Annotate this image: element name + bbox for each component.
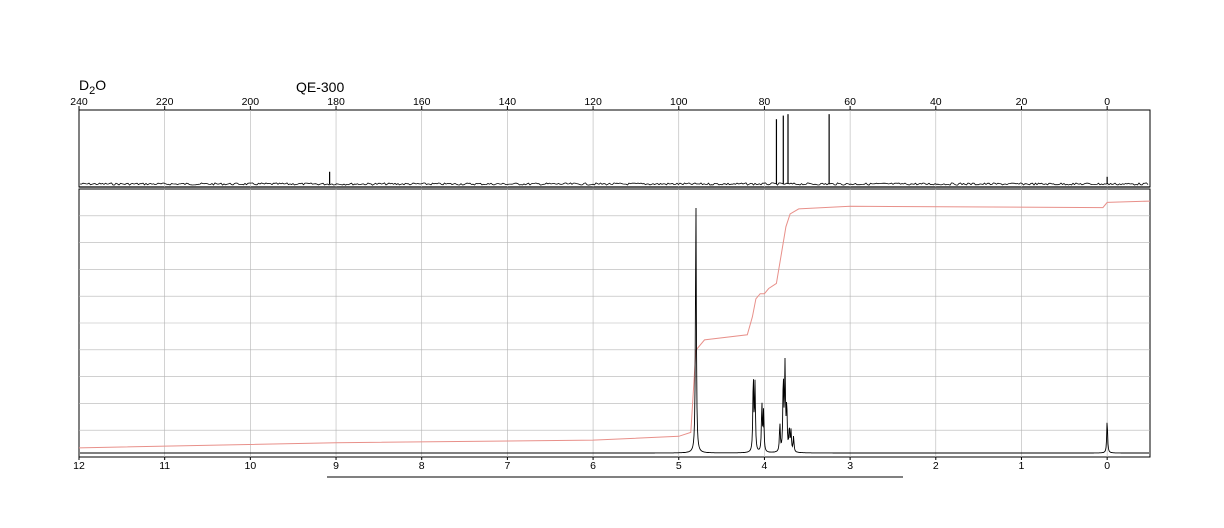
c13-tick-label: 80	[759, 96, 771, 108]
h1-tick-label: 0	[1104, 460, 1110, 472]
c13-frame	[78, 109, 1151, 188]
h1-tick-label: 4	[762, 460, 768, 472]
c13-tick-label: 160	[413, 96, 431, 108]
h1-tick-label: 2	[933, 460, 939, 472]
c13-tick-label: 100	[670, 96, 688, 108]
c13-tick-label: 0	[1104, 96, 1110, 108]
solvent-label: D2O	[79, 77, 106, 97]
h1-axis: 12 11 10 9 8 7 6 5 4 3 2 1 0	[73, 457, 1110, 472]
h1-tick-label: 8	[419, 460, 425, 472]
h1-tick-label: 10	[245, 460, 257, 472]
h1-tick-label: 5	[676, 460, 682, 472]
h1-tick-label: 11	[159, 460, 170, 472]
h1-tick-label: 3	[847, 460, 853, 472]
h1-spectrum-line	[80, 207, 1149, 454]
instrument-label: QE-300	[296, 79, 344, 95]
nmr-spectrum-figure: D2O QE-300 240 220 200 180 160 140 120 100 80 60 4…	[70, 77, 1151, 478]
h1-tick-label: 9	[333, 460, 339, 472]
c13-tick-label: 220	[156, 96, 174, 108]
h1-spectrum-panel	[78, 188, 1151, 458]
c13-tick-label: 20	[1016, 96, 1028, 108]
c13-axis: 240 220 200 180 160 140 120 100 80 60 40 20 0	[70, 96, 1110, 110]
c13-tick-label: 200	[242, 96, 260, 108]
c13-tick-label: 120	[584, 96, 602, 108]
c13-baseline-noise	[79, 182, 1149, 186]
c13-tick-label: 60	[844, 96, 856, 108]
h1-tick-label: 12	[73, 460, 85, 472]
c13-tick-label: 240	[70, 96, 88, 108]
h1-tick-label: 1	[1019, 460, 1025, 472]
c13-tick-label: 180	[327, 96, 345, 108]
h1-tick-label: 6	[590, 460, 596, 472]
c13-spectrum-panel	[78, 109, 1151, 188]
h1-tick-label: 7	[504, 460, 510, 472]
h1-integral-curve	[78, 200, 1151, 449]
c13-tick-label: 40	[930, 96, 942, 108]
c13-tick-label: 140	[499, 96, 517, 108]
